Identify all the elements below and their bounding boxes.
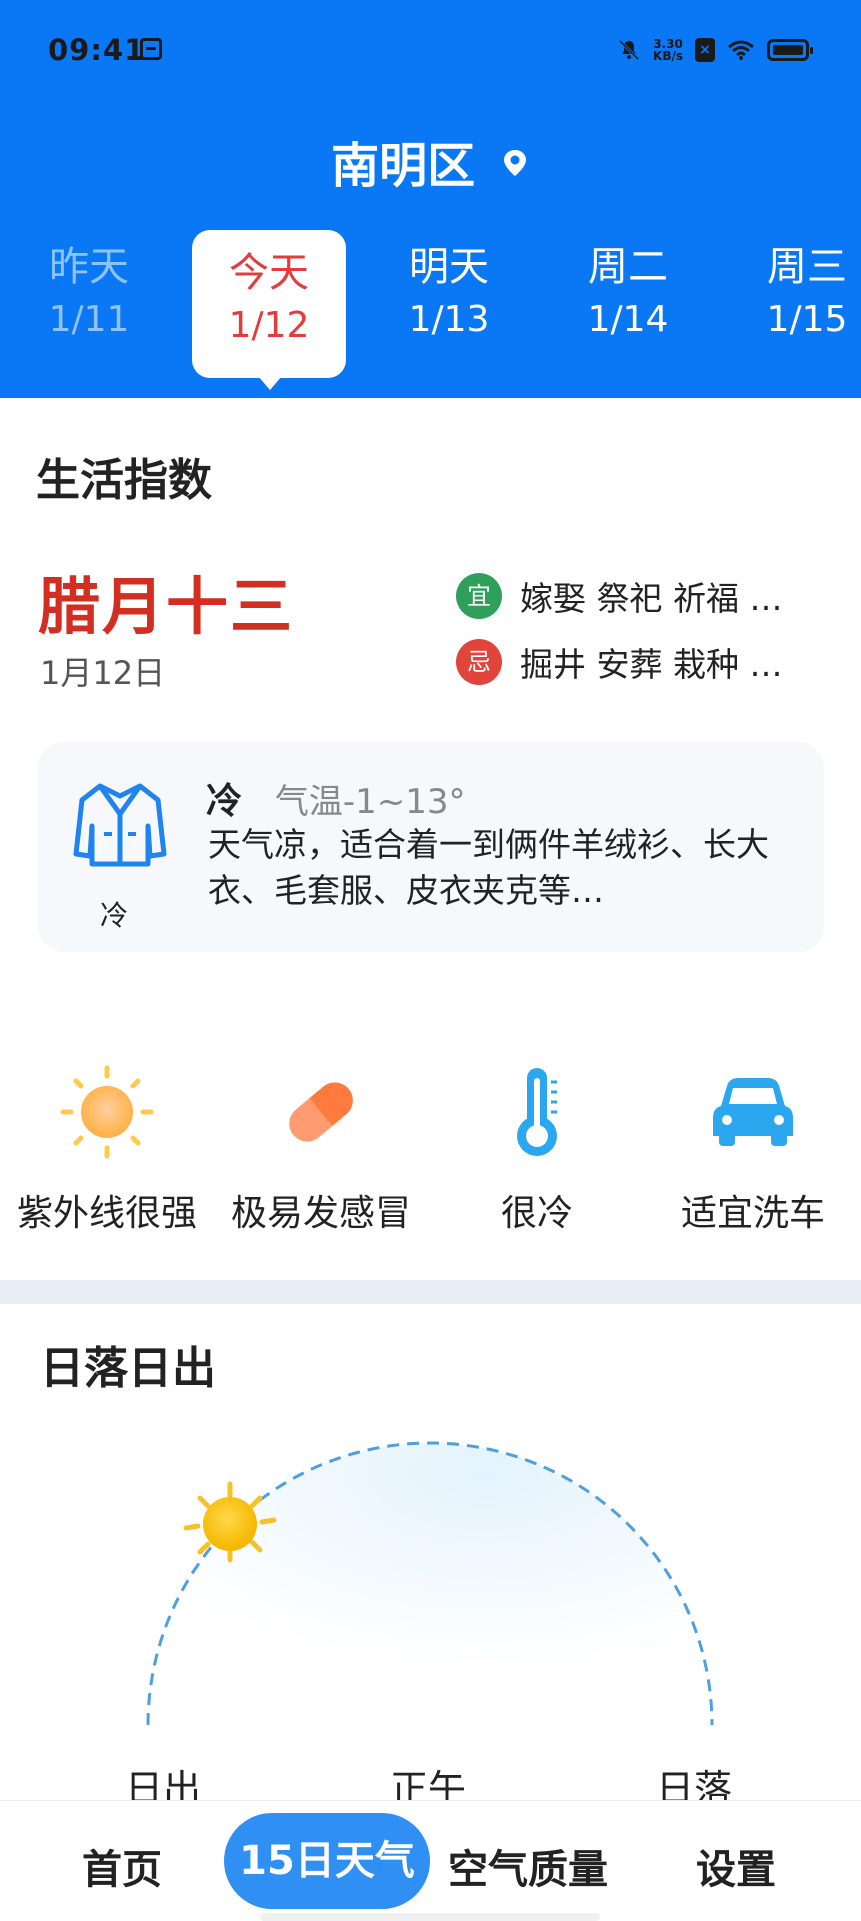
bottom-nav: 首页 15日天气 空气质量 设置 — [0, 1800, 861, 1921]
yi-row: 宜 嫁娶 祭祀 祈福 … — [456, 572, 782, 620]
nav-home[interactable]: 首页 — [82, 1837, 162, 1895]
day-tab-yesterday[interactable]: 昨天 1/11 — [29, 242, 149, 348]
notification-icon — [140, 38, 162, 60]
dressing-description: 天气凉，适合着一到俩件羊绒衫、长大衣、毛套服、皮衣夹克等… — [208, 825, 769, 910]
location-name: 南明区 — [331, 138, 476, 194]
lunar-date: 腊月十三 — [38, 570, 295, 643]
sun-position-icon — [183, 1481, 277, 1563]
life-item-label: 很冷 — [500, 1193, 573, 1234]
day-tab-today[interactable]: 今天 1/12 — [209, 248, 329, 354]
daylight-area — [148, 1443, 712, 1725]
nav-15day-forecast[interactable]: 15日天气 — [224, 1813, 430, 1909]
life-item-cold[interactable]: 极易发感冒 — [216, 1064, 426, 1236]
nav-settings[interactable]: 设置 — [696, 1837, 776, 1895]
wifi-icon — [728, 40, 754, 60]
dressing-level: 冷 — [206, 781, 243, 822]
life-index-title: 生活指数 — [36, 455, 212, 506]
dressing-temperature: 气温-1~13° — [274, 782, 466, 822]
gregorian-date: 1月12日 — [40, 654, 166, 692]
ji-row: 忌 掘井 安葬 栽种 … — [456, 638, 782, 686]
car-icon — [713, 1078, 793, 1146]
section-divider — [0, 1280, 861, 1304]
sun-section-title: 日落日出 — [40, 1343, 216, 1394]
status-bar: 09:41 3.30 KB/s × — [0, 0, 861, 100]
coat-icon — [73, 783, 167, 867]
day-tab-wednesday[interactable]: 周三 1/15 — [747, 242, 861, 348]
life-item-label: 紫外线很强 — [16, 1193, 197, 1234]
sun-icon — [60, 1065, 154, 1159]
location-pin-icon — [503, 150, 526, 176]
life-item-label: 极易发感冒 — [230, 1193, 411, 1234]
yi-badge: 宜 — [456, 573, 502, 619]
life-item-carwash[interactable]: 适宜洗车 — [648, 1064, 858, 1236]
day-tabs: 昨天 1/11 今天 1/12 明天 1/13 周二 1/14 周三 1/15 — [0, 228, 861, 398]
yi-text: 嫁娶 祭祀 祈福 … — [520, 579, 783, 618]
nav-air-quality[interactable]: 空气质量 — [448, 1837, 608, 1895]
pill-icon — [289, 1082, 353, 1142]
location-selector[interactable]: 南明区 — [0, 126, 861, 196]
thermometer-icon — [517, 1068, 557, 1156]
coat-icon-label: 冷 — [100, 899, 129, 932]
x-app-icon: × — [695, 38, 715, 62]
dressing-header: 冷 气温-1~13° — [206, 772, 465, 824]
sun-arc-chart — [146, 1441, 714, 1726]
day-tab-tomorrow[interactable]: 明天 1/13 — [389, 242, 509, 348]
status-time: 09:41 — [48, 33, 146, 67]
ji-badge: 忌 — [456, 639, 502, 685]
life-item-label: 适宜洗车 — [680, 1193, 825, 1234]
ji-text: 掘井 安葬 栽种 … — [520, 645, 783, 684]
life-item-temperature[interactable]: 很冷 — [432, 1064, 642, 1236]
dressing-card[interactable]: 冷 冷 气温-1~13° 天气凉，适合着一到俩件羊绒衫、长大衣、毛套服、皮衣夹克… — [38, 742, 824, 952]
day-tab-tuesday[interactable]: 周二 1/14 — [568, 242, 688, 348]
life-item-uv[interactable]: 紫外线很强 — [2, 1064, 212, 1236]
battery-icon — [767, 39, 813, 61]
mute-bell-icon — [618, 39, 640, 61]
net-speed: 3.30 KB/s — [653, 37, 683, 63]
